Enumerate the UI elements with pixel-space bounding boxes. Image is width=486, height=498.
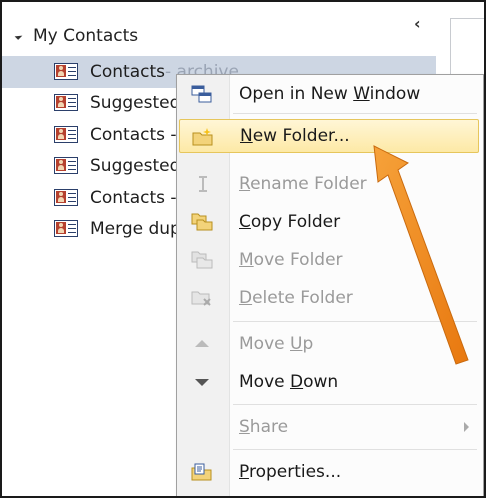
menu-move-down[interactable]: Move Down — [179, 365, 479, 399]
menu-separator — [233, 321, 477, 322]
collapse-pane-icon[interactable]: ‹ — [414, 14, 421, 33]
menu-share[interactable]: Share — [179, 410, 479, 444]
rename-icon — [191, 174, 213, 194]
new-window-icon — [191, 84, 213, 104]
contacts-book-icon — [54, 62, 80, 81]
submenu-arrow-icon — [464, 422, 469, 432]
menu-copy-folder[interactable]: Copy Folder — [179, 205, 479, 239]
folder-label: Contacts - — [90, 187, 177, 208]
menu-label: New Folder... — [240, 126, 350, 146]
contacts-book-icon — [54, 125, 80, 144]
properties-icon — [191, 462, 213, 482]
contacts-book-icon — [54, 94, 80, 112]
move-folder-icon — [191, 250, 213, 270]
menu-open-new-window[interactable]: Open in New Window — [179, 77, 479, 111]
menu-rename-folder[interactable]: Rename Folder — [179, 167, 479, 201]
menu-label: Move Down — [239, 372, 339, 392]
contacts-book-icon — [54, 220, 80, 238]
group-label: My Contacts — [33, 26, 139, 46]
triangle-down-icon — [191, 372, 213, 392]
context-menu: Open in New Window New Folder... Rename … — [176, 74, 484, 496]
contacts-book-icon — [54, 157, 80, 175]
menu-label: Properties... — [239, 462, 342, 482]
menu-separator — [233, 404, 477, 405]
folder-label: Contacts - — [90, 124, 177, 145]
menu-new-folder[interactable]: New Folder... — [179, 119, 479, 153]
new-folder-icon — [192, 127, 214, 147]
menu-label: Delete Folder — [239, 288, 353, 308]
menu-label: Move Up — [239, 334, 314, 354]
window-frame: ‹ My Contacts Contacts - archive Suggest… — [0, 0, 486, 498]
my-contacts-group[interactable]: My Contacts — [14, 24, 139, 48]
menu-separator — [233, 449, 477, 450]
menu-label: Copy Folder — [239, 212, 341, 232]
menu-move-up[interactable]: Move Up — [179, 327, 479, 361]
menu-label: Share — [239, 417, 289, 437]
menu-label: Move Folder — [239, 250, 343, 270]
triangle-up-icon — [191, 334, 213, 354]
copy-folder-icon — [191, 212, 213, 232]
menu-label: Open in New Window — [239, 84, 421, 104]
delete-folder-icon — [191, 288, 213, 308]
menu-label: Rename Folder — [239, 174, 367, 194]
folder-label: Contacts — [90, 61, 165, 82]
contacts-book-icon — [54, 188, 80, 207]
menu-properties[interactable]: Properties... — [179, 455, 479, 489]
menu-move-folder[interactable]: Move Folder — [179, 243, 479, 277]
menu-delete-folder[interactable]: Delete Folder — [179, 281, 479, 315]
expand-triangle-icon[interactable] — [14, 32, 23, 40]
menu-separator — [233, 113, 477, 114]
